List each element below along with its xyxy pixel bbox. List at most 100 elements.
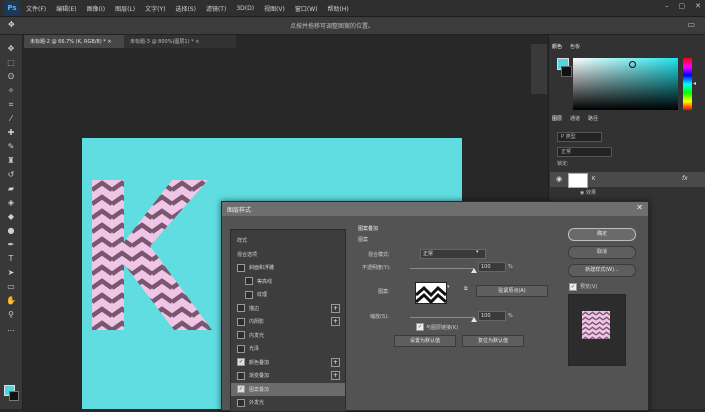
style-checkbox[interactable] <box>245 277 253 285</box>
chevron-down-icon[interactable]: ▾ <box>476 249 479 255</box>
minimize-icon[interactable]: – <box>665 2 669 10</box>
style-checkbox[interactable] <box>237 398 245 407</box>
tab-paths[interactable]: 路径 <box>588 115 598 126</box>
color-panel-background[interactable] <box>561 66 572 77</box>
path-select-icon[interactable]: ➤ <box>5 267 17 278</box>
tab-document-3[interactable]: 未标题-3 @ 800%(图层1) * × <box>124 35 236 48</box>
style-checkbox[interactable]: ✓ <box>237 385 245 393</box>
hand-icon[interactable]: ✋ <box>5 295 17 306</box>
tab-color[interactable]: 颜色 <box>552 43 562 50</box>
blur-icon[interactable]: ◆ <box>5 211 17 222</box>
style-checkbox[interactable] <box>245 290 253 299</box>
menu-type[interactable]: 文字(Y) <box>145 4 165 13</box>
tab-document-2[interactable]: 未标题-2 @ 66.7% (K, RGB/8) * × <box>24 35 132 48</box>
menu-file[interactable]: 文件(F) <box>26 4 46 13</box>
layers-blend-mode-select[interactable]: 正常 <box>557 147 612 157</box>
maximize-icon[interactable]: ▢ <box>679 2 686 10</box>
ok-button[interactable]: 确定 <box>568 228 636 241</box>
opacity-input[interactable]: 100 <box>478 262 506 272</box>
style-row[interactable]: 等高线 <box>231 275 345 288</box>
new-preset-icon[interactable]: ⧉ <box>464 286 468 292</box>
shape-icon[interactable]: ▭ <box>5 281 17 292</box>
color-picker-cursor[interactable] <box>629 61 636 68</box>
style-row[interactable]: 内发光 <box>231 329 345 342</box>
lasso-icon[interactable]: ʘ <box>5 71 17 82</box>
hue-slider[interactable] <box>683 58 692 110</box>
add-style-icon[interactable]: + <box>331 371 340 380</box>
paint-bucket-icon[interactable]: ◈ <box>5 197 17 208</box>
pattern-dropdown-icon[interactable]: ▾ <box>447 284 450 290</box>
eraser-icon[interactable]: ▰ <box>5 183 17 194</box>
scale-slider[interactable] <box>410 317 474 318</box>
style-row[interactable]: ✓ 图案叠加 <box>231 382 345 396</box>
tab-swatches[interactable]: 色板 <box>570 43 580 50</box>
cancel-button[interactable]: 取消 <box>568 246 636 259</box>
style-row[interactable]: 描边 + <box>231 302 345 315</box>
type-icon[interactable]: T <box>5 253 17 264</box>
brush-icon[interactable]: ✎ <box>5 141 17 152</box>
style-row[interactable]: 混合选项 <box>231 248 345 261</box>
menu-help[interactable]: 帮助(H) <box>328 4 349 13</box>
menu-select[interactable]: 选择(S) <box>175 4 196 13</box>
set-default-button[interactable]: 设置为默认值 <box>394 335 456 347</box>
style-checkbox[interactable] <box>237 304 245 312</box>
style-row[interactable]: 渐变叠加 + <box>231 369 345 382</box>
zoom-icon[interactable]: ⚲ <box>5 309 17 320</box>
layer-name[interactable]: K <box>592 176 595 182</box>
style-row[interactable]: 内阴影 + <box>231 315 345 328</box>
close-icon[interactable]: ✕ <box>636 203 643 212</box>
style-checkbox[interactable]: ✓ <box>237 358 245 366</box>
add-style-icon[interactable]: + <box>331 317 340 326</box>
healing-brush-icon[interactable]: ✚ <box>5 127 17 138</box>
layers-filter-input[interactable]: P 类型 <box>557 132 602 142</box>
new-style-button[interactable]: 新建样式(W)... <box>568 264 636 277</box>
tab-layers[interactable]: 图层 <box>552 115 562 126</box>
link-with-layer-checkbox[interactable]: ✓ <box>416 323 424 331</box>
dodge-icon[interactable]: ● <box>5 225 17 236</box>
move-icon[interactable]: ✥ <box>5 43 17 54</box>
magic-wand-icon[interactable]: ✧ <box>5 85 17 96</box>
menu-edit[interactable]: 编辑(E) <box>56 4 76 13</box>
menu-filter[interactable]: 滤镜(T) <box>206 4 226 13</box>
reset-default-button[interactable]: 复位为默认值 <box>462 335 524 347</box>
move-tool-icon[interactable]: ✥ <box>8 20 15 29</box>
scale-input[interactable]: 100 <box>478 311 506 321</box>
add-style-icon[interactable]: + <box>331 357 340 367</box>
menu-3d[interactable]: 3D(D) <box>236 5 254 12</box>
style-checkbox[interactable] <box>237 331 245 339</box>
style-row[interactable]: 纹理 <box>231 288 345 301</box>
marquee-icon[interactable]: ⬚ <box>5 57 17 68</box>
style-row[interactable]: 斜面和浮雕 <box>231 261 345 274</box>
pen-icon[interactable]: ✒ <box>5 239 17 250</box>
style-row[interactable]: 外发光 <box>231 396 345 409</box>
background-color-swatch[interactable] <box>9 391 19 401</box>
snap-to-origin-button[interactable]: 贴紧原点(A) <box>476 285 548 297</box>
style-checkbox[interactable] <box>237 317 245 326</box>
clone-stamp-icon[interactable]: ♜ <box>5 155 17 166</box>
add-style-icon[interactable]: + <box>331 303 340 313</box>
style-row[interactable]: ✓ 颜色叠加 + <box>231 356 345 369</box>
close-icon[interactable]: ✕ <box>695 2 701 10</box>
style-checkbox[interactable] <box>237 263 245 272</box>
dialog-titlebar[interactable] <box>222 202 648 216</box>
hue-slider-arrow-icon[interactable]: ◂ <box>693 80 696 87</box>
eye-icon[interactable]: ◉ <box>556 175 562 183</box>
preview-checkbox[interactable]: ✓ <box>569 283 577 291</box>
collapsed-panel-strip[interactable] <box>531 44 547 94</box>
layer-effects-row[interactable]: ◉ 效果 <box>580 189 596 196</box>
menu-layer[interactable]: 图层(L) <box>115 4 135 13</box>
menu-image[interactable]: 图像(I) <box>87 4 105 13</box>
color-picker-field[interactable] <box>573 58 678 110</box>
style-checkbox[interactable] <box>237 344 245 353</box>
history-brush-icon[interactable]: ↺ <box>5 169 17 180</box>
opacity-slider[interactable] <box>410 268 474 269</box>
workspace-icon[interactable]: ▭ <box>687 20 695 29</box>
opacity-slider-knob[interactable] <box>471 268 477 273</box>
more-tools-icon[interactable]: … <box>5 323 17 334</box>
layer-thumbnail[interactable] <box>568 173 588 188</box>
style-checkbox[interactable] <box>237 371 245 380</box>
eyedropper-icon[interactable]: ⁄ <box>5 113 17 124</box>
style-row[interactable]: 光泽 <box>231 342 345 355</box>
pattern-picker-swatch[interactable] <box>415 282 447 304</box>
crop-icon[interactable]: ⌗ <box>5 99 17 110</box>
